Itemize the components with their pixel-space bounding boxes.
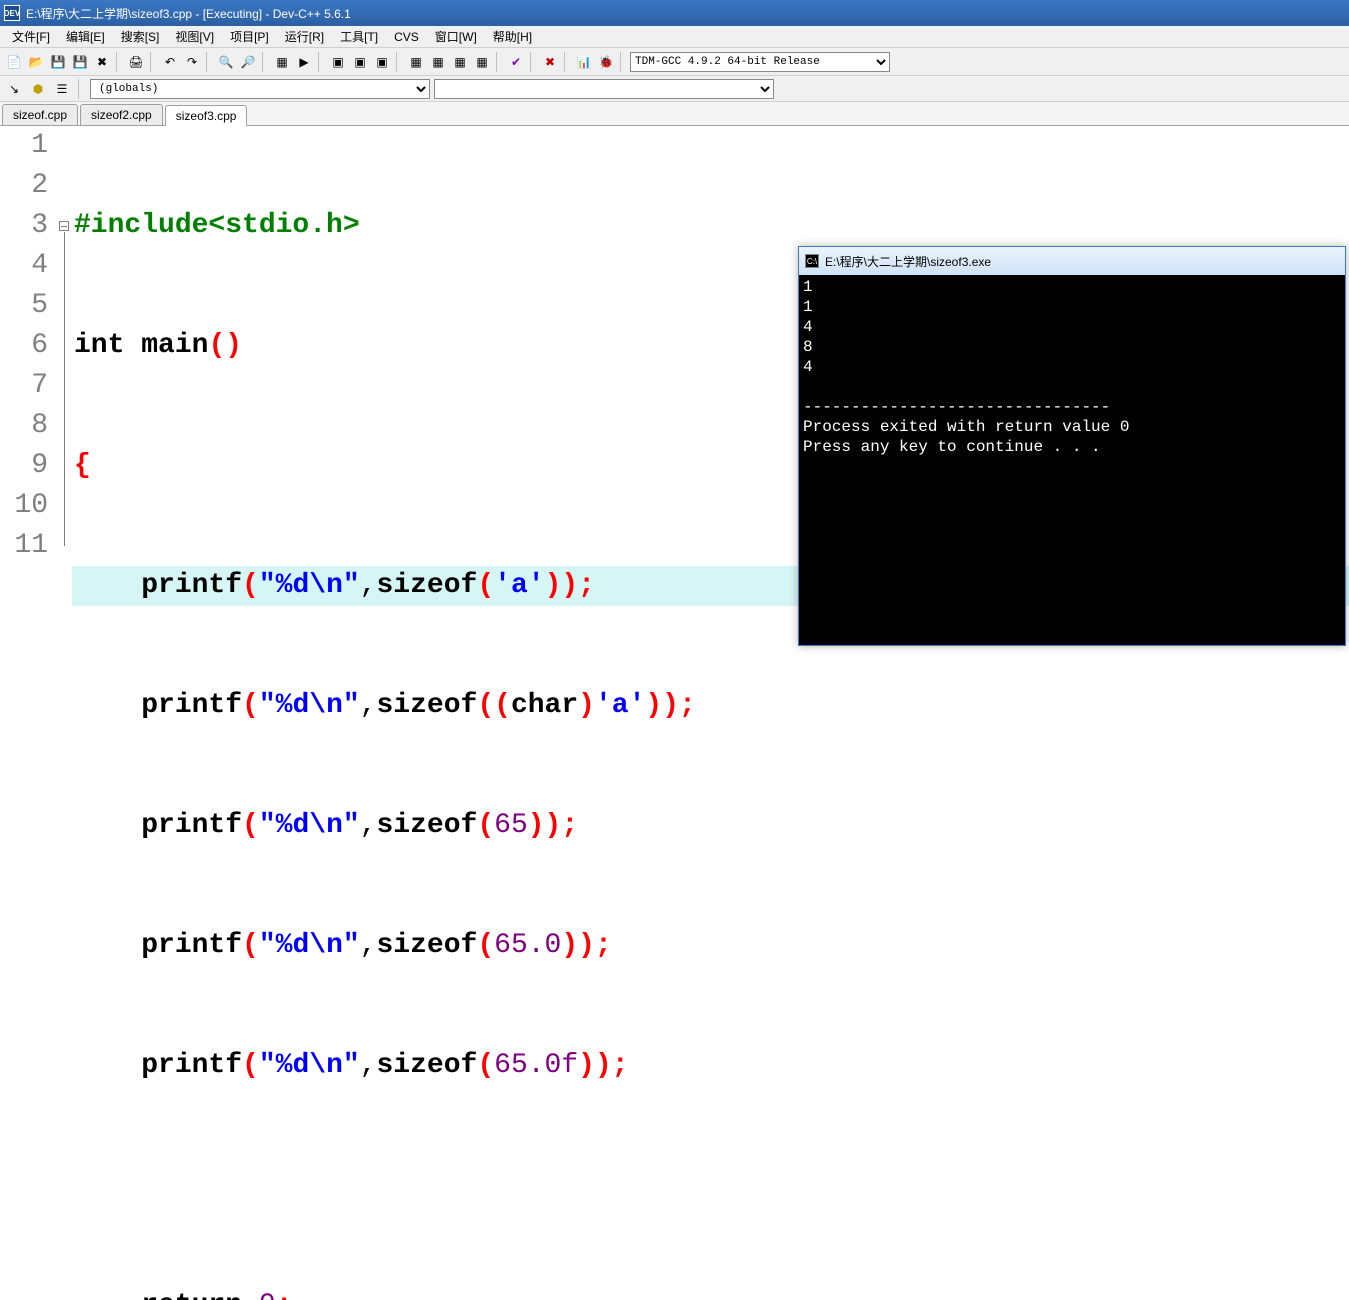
- compile-icon[interactable]: ▦: [272, 52, 292, 72]
- line-number: 2: [0, 166, 48, 206]
- delete-icon[interactable]: ✖: [540, 52, 560, 72]
- separator: [530, 52, 536, 72]
- fold-line: [64, 232, 65, 546]
- console-titlebar[interactable]: C:\ E:\程序\大二上学期\sizeof3.exe: [799, 247, 1345, 275]
- separator: [564, 52, 570, 72]
- chart-icon[interactable]: 📊: [574, 52, 594, 72]
- console-icon: C:\: [805, 254, 819, 268]
- menu-run[interactable]: 运行[R]: [277, 26, 332, 47]
- new-file-icon[interactable]: 📄: [4, 52, 24, 72]
- window-titlebar: DEV E:\程序\大二上学期\sizeof3.cpp - [Executing…: [0, 0, 1349, 26]
- line-number: 9: [0, 446, 48, 486]
- editor-tabs: sizeof.cpp sizeof2.cpp sizeof3.cpp: [0, 102, 1349, 126]
- code-line: printf("%d\n",sizeof((char)'a'));: [72, 686, 1349, 726]
- separator: [150, 52, 156, 72]
- grid1-icon[interactable]: ▦: [406, 52, 426, 72]
- code-line: printf("%d\n",sizeof(65.0));: [72, 926, 1349, 966]
- compiler-select[interactable]: TDM-GCC 4.9.2 64-bit Release: [630, 52, 890, 72]
- replace-icon[interactable]: 🔎: [238, 52, 258, 72]
- line-number: 8: [0, 406, 48, 446]
- run-icon[interactable]: ▶: [294, 52, 314, 72]
- line-number: 3: [0, 206, 48, 246]
- separator: [318, 52, 324, 72]
- debug-icon[interactable]: ▣: [328, 52, 348, 72]
- line-number: 4: [0, 246, 48, 286]
- undo-icon[interactable]: ↶: [160, 52, 180, 72]
- menu-view[interactable]: 视图[V]: [167, 26, 222, 47]
- window-title: E:\程序\大二上学期\sizeof3.cpp - [Executing] - …: [26, 5, 351, 22]
- separator: [206, 52, 212, 72]
- line-number: 1: [0, 126, 48, 166]
- separator: [620, 52, 626, 72]
- member-select[interactable]: [434, 79, 774, 99]
- line-number: 5: [0, 286, 48, 326]
- grid4-icon[interactable]: ▦: [472, 52, 492, 72]
- grid3-icon[interactable]: ▦: [450, 52, 470, 72]
- console-title: E:\程序\大二上学期\sizeof3.exe: [825, 253, 991, 270]
- fold-column: [58, 126, 72, 646]
- class-toolbar: ↘ ⬢ ☰ (globals): [0, 76, 1349, 102]
- menu-tools[interactable]: 工具[T]: [332, 26, 386, 47]
- console-window[interactable]: C:\ E:\程序\大二上学期\sizeof3.exe 1 1 4 8 4 --…: [798, 246, 1346, 646]
- line-number: 6: [0, 326, 48, 366]
- menu-search[interactable]: 搜索[S]: [113, 26, 168, 47]
- app-icon: DEV: [4, 5, 20, 21]
- code-line: #include<stdio.h>: [72, 206, 1349, 246]
- separator: [78, 79, 84, 99]
- grid2-icon[interactable]: ▦: [428, 52, 448, 72]
- menu-project[interactable]: 项目[P]: [222, 26, 277, 47]
- line-number-gutter: 1 2 3 4 5 6 7 8 9 10 11: [0, 126, 58, 646]
- menu-cvs[interactable]: CVS: [386, 28, 427, 46]
- line-number: 7: [0, 366, 48, 406]
- console-output: 1 1 4 8 4 ------------------------------…: [799, 275, 1345, 459]
- redo-icon[interactable]: ↷: [182, 52, 202, 72]
- main-toolbar: 📄 📂 💾 💾 ✖ 🖨 ↶ ↷ 🔍 🔎 ▦ ▶ ▣ ▣ ▣ ▦ ▦ ▦ ▦ ✔ …: [0, 48, 1349, 76]
- stop-icon[interactable]: ▣: [350, 52, 370, 72]
- print-icon[interactable]: 🖨: [126, 52, 146, 72]
- fold-toggle-icon[interactable]: [59, 221, 69, 231]
- line-number: 11: [0, 526, 48, 566]
- code-line: printf("%d\n",sizeof(65));: [72, 806, 1349, 846]
- code-line: [72, 1166, 1349, 1206]
- menu-file[interactable]: 文件[F]: [4, 26, 58, 47]
- separator: [396, 52, 402, 72]
- list-icon[interactable]: ☰: [52, 79, 72, 99]
- code-line: return 0;: [72, 1286, 1349, 1300]
- menu-edit[interactable]: 编辑[E]: [58, 26, 113, 47]
- line-number: 10: [0, 486, 48, 526]
- open-file-icon[interactable]: 📂: [26, 52, 46, 72]
- separator: [116, 52, 122, 72]
- profile-icon[interactable]: ▣: [372, 52, 392, 72]
- bug-icon[interactable]: 🐞: [596, 52, 616, 72]
- save-all-icon[interactable]: 💾: [70, 52, 90, 72]
- save-icon[interactable]: 💾: [48, 52, 68, 72]
- menu-window[interactable]: 窗口[W]: [427, 26, 485, 47]
- close-icon[interactable]: ✖: [92, 52, 112, 72]
- tab-sizeof3[interactable]: sizeof3.cpp: [165, 105, 248, 126]
- bookmark-icon[interactable]: ⬢: [28, 79, 48, 99]
- code-line: printf("%d\n",sizeof(65.0f));: [72, 1046, 1349, 1086]
- goto-icon[interactable]: ↘: [4, 79, 24, 99]
- separator: [496, 52, 502, 72]
- menu-help[interactable]: 帮助[H]: [485, 26, 540, 47]
- check-icon[interactable]: ✔: [506, 52, 526, 72]
- menu-bar: 文件[F] 编辑[E] 搜索[S] 视图[V] 项目[P] 运行[R] 工具[T…: [0, 26, 1349, 48]
- tab-sizeof[interactable]: sizeof.cpp: [2, 104, 78, 125]
- find-icon[interactable]: 🔍: [216, 52, 236, 72]
- tab-sizeof2[interactable]: sizeof2.cpp: [80, 104, 163, 125]
- separator: [262, 52, 268, 72]
- scope-select[interactable]: (globals): [90, 79, 430, 99]
